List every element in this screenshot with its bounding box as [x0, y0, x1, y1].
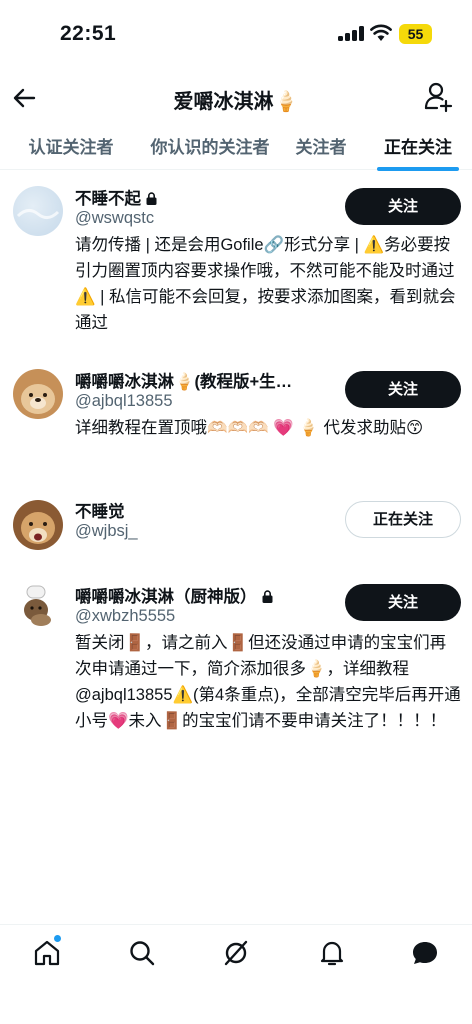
user-bio: 请勿传播 | 还是会用Gofile🔗形式分享 | ⚠️务必要按引力圈置顶内容要求… — [75, 236, 456, 332]
status-bar: 22:51 55 — [0, 0, 472, 62]
avatar[interactable] — [13, 500, 63, 550]
user-display-name[interactable]: 嚼嚼嚼冰淇淋🍦(教程版+生… — [75, 368, 292, 392]
grok-icon[interactable] — [222, 939, 250, 967]
follow-button[interactable]: 关注 — [345, 371, 461, 408]
status-time: 22:51 — [60, 22, 117, 45]
follow-button[interactable]: 关注 — [345, 584, 461, 621]
user-display-name[interactable]: 不睡觉 — [75, 498, 125, 522]
home-notification-dot — [54, 935, 61, 942]
wifi-icon — [370, 24, 392, 41]
user-display-name[interactable]: 不睡不起 — [75, 185, 157, 209]
bottom-navigation — [0, 924, 472, 1024]
user-list-item[interactable]: 不睡不起 @wswqstc 关注 请勿传播 | 还是会用Gofile🔗形式分享 … — [0, 170, 472, 350]
user-display-name[interactable]: 嚼嚼嚼冰淇淋（厨神版） — [75, 583, 273, 607]
search-icon[interactable] — [128, 939, 156, 967]
following-button[interactable]: 正在关注 — [345, 501, 461, 538]
tab-label: 正在关注 — [384, 138, 452, 157]
battery-indicator: 55 — [399, 24, 432, 44]
avatar[interactable] — [13, 369, 63, 419]
tab-followers[interactable]: 关注者 — [278, 124, 364, 170]
user-list-item[interactable]: 嚼嚼嚼冰淇淋（厨神版） @xwbzh5555 关注 暂关闭🚪，请之前入🚪但还没通… — [0, 570, 472, 770]
user-bio: 详细教程在置顶哦🫶🏻🫶🏻🫶🏻 💗 🍦 代发求助贴😙 — [75, 419, 424, 437]
messages-icon[interactable] — [411, 939, 439, 967]
page-title: 爱嚼冰淇淋🍦 — [173, 91, 299, 113]
cellular-signal-icon — [338, 26, 364, 41]
home-icon[interactable] — [33, 939, 61, 967]
tab-label: 你认识的关注者 — [150, 138, 270, 157]
add-user-icon[interactable] — [424, 81, 454, 113]
user-list-item[interactable]: 不睡觉 @wjbsj_ 正在关注 — [0, 485, 472, 575]
user-handle: @xwbzh5555 — [75, 607, 176, 625]
tab-following[interactable]: 正在关注 — [364, 124, 472, 171]
user-bio: 暂关闭🚪，请之前入🚪但还没通过申请的宝宝们再次申请通过一下，简介添加很多🍦，详细… — [75, 634, 461, 730]
user-list-item[interactable]: 嚼嚼嚼冰淇淋🍦(教程版+生… @ajbql13855 关注 详细教程在置顶哦🫶🏻… — [0, 355, 472, 475]
lock-icon — [262, 590, 272, 603]
tab-followers-you-know[interactable]: 你认识的关注者 — [142, 124, 278, 170]
tab-verified-followers[interactable]: 认证关注者 — [0, 124, 142, 170]
lock-icon — [146, 192, 157, 205]
tab-bar: 认证关注者 你认识的关注者 关注者 正在关注 — [0, 124, 472, 171]
user-handle: @wjbsj_ — [75, 522, 138, 540]
avatar[interactable] — [13, 186, 63, 236]
tab-label: 认证关注者 — [28, 138, 114, 157]
avatar[interactable] — [13, 582, 63, 632]
notifications-icon[interactable] — [318, 939, 346, 967]
user-handle: @wswqstc — [75, 209, 155, 227]
user-handle: @ajbql13855 — [75, 392, 173, 410]
header: 爱嚼冰淇淋🍦 — [0, 75, 472, 123]
follow-button[interactable]: 关注 — [345, 188, 461, 225]
tab-label: 关注者 — [295, 138, 347, 157]
